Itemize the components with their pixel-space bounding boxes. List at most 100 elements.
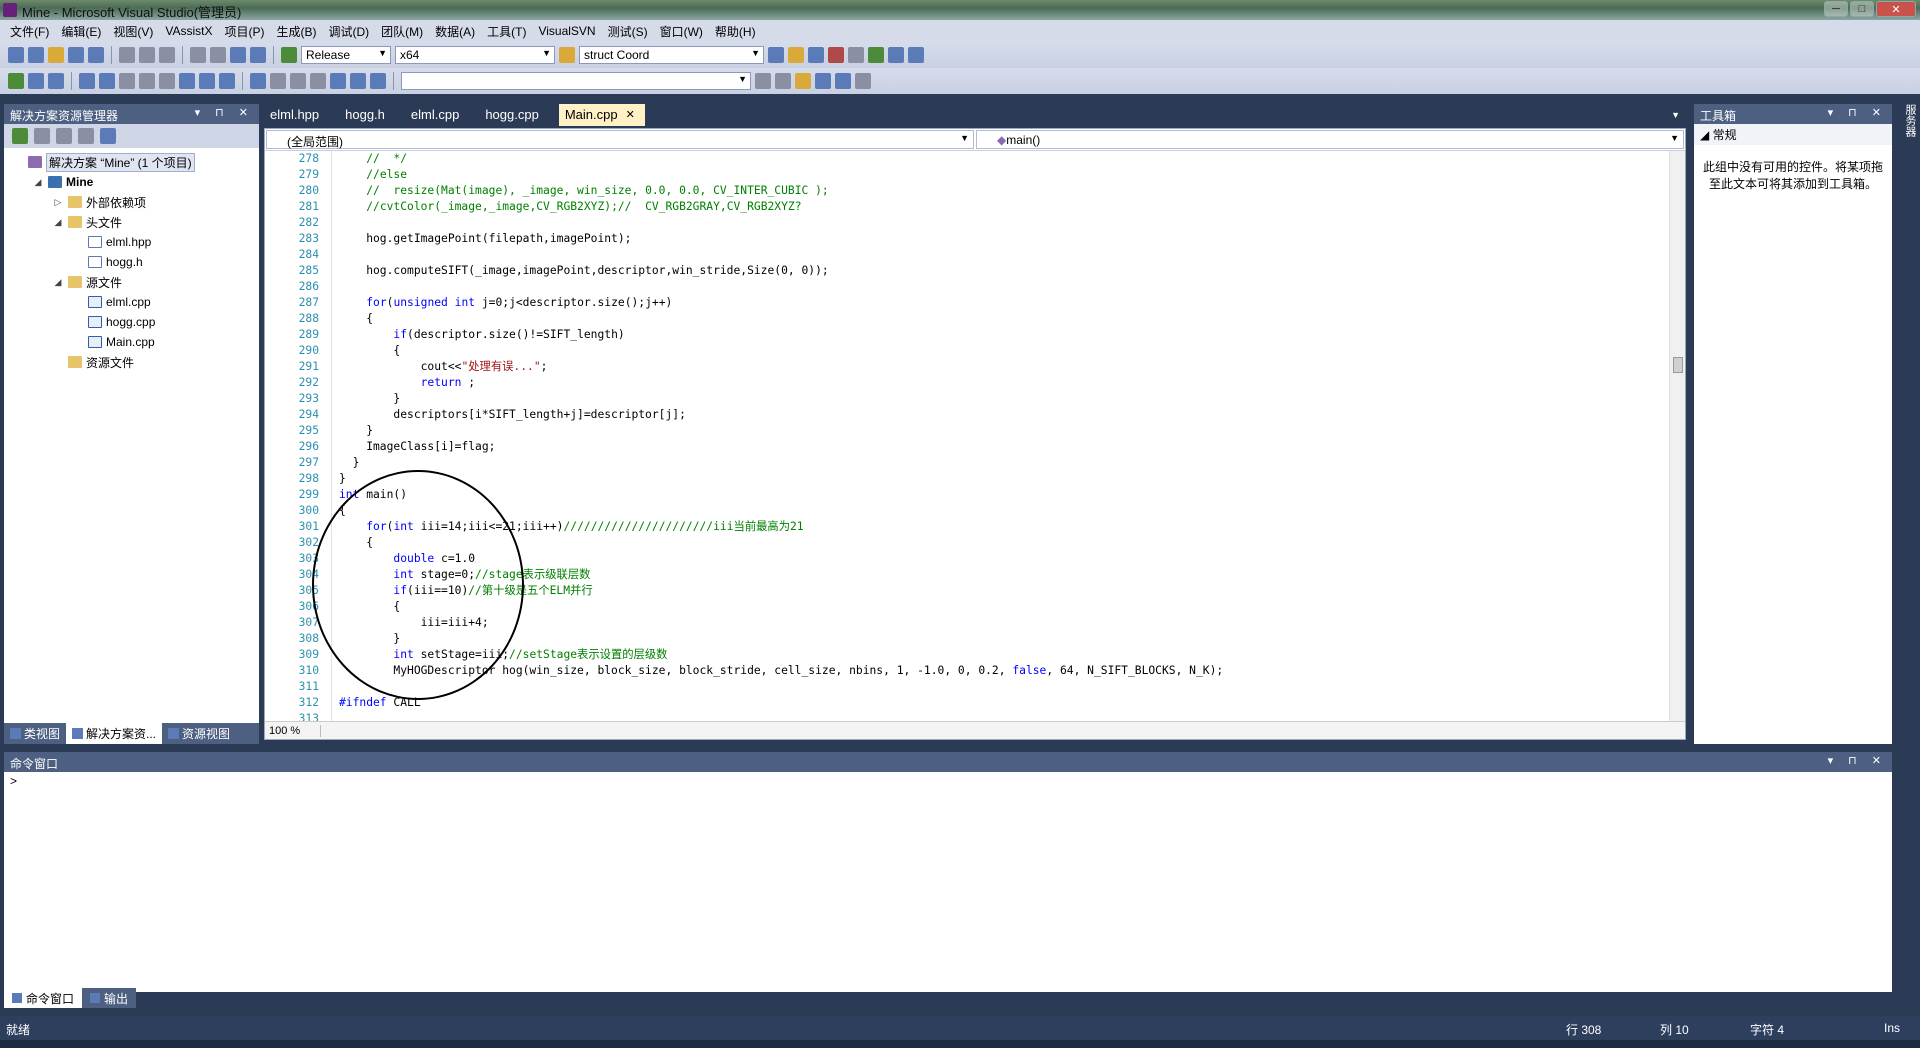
- command-window-icon[interactable]: [908, 47, 924, 63]
- code-line[interactable]: 293 }: [265, 391, 1671, 407]
- code-text[interactable]: {: [339, 311, 373, 327]
- tree-node[interactable]: ◢ Mine: [4, 172, 259, 192]
- menu-item[interactable]: 团队(M): [375, 23, 429, 40]
- complete-word-icon[interactable]: [139, 73, 155, 89]
- object-browser-icon[interactable]: [808, 47, 824, 63]
- panel-controls[interactable]: ▾ ⊓ ✕: [1828, 106, 1887, 119]
- close-icon[interactable]: ✕: [626, 108, 635, 121]
- solution-configuration-combo[interactable]: Release ▼: [301, 46, 391, 64]
- code-line[interactable]: 283 hog.getImagePoint(filepath,imagePoin…: [265, 231, 1671, 247]
- tree-node[interactable]: ▷ 外部依赖项: [4, 192, 259, 212]
- document-tab[interactable]: elml.cpp: [405, 104, 469, 126]
- step-out-icon[interactable]: [370, 73, 386, 89]
- panel-controls[interactable]: ▾ ⊓ ✕: [195, 106, 254, 119]
- tree-node[interactable]: hogg.h: [4, 252, 259, 272]
- code-line[interactable]: 292 return ;: [265, 375, 1671, 391]
- navigate-forward-icon[interactable]: [250, 47, 266, 63]
- view-class-diagram-icon[interactable]: [78, 128, 94, 144]
- comment-lines-icon[interactable]: [199, 73, 215, 89]
- expander-icon[interactable]: ◢: [52, 277, 64, 288]
- code-line[interactable]: 298}: [265, 471, 1671, 487]
- code-text[interactable]: // resize(Mat(image), _image, win_size, …: [339, 183, 829, 199]
- properties-icon[interactable]: [12, 128, 28, 144]
- panel-tab[interactable]: 命令窗口: [4, 988, 83, 1008]
- vertical-scrollbar[interactable]: [1669, 151, 1685, 723]
- code-text[interactable]: }: [339, 423, 373, 439]
- code-line[interactable]: 282: [265, 215, 1671, 231]
- scope-combo[interactable]: (全局范围) ▼: [266, 130, 974, 149]
- expander-icon[interactable]: ◢: [52, 217, 64, 228]
- code-line[interactable]: 296 ImageClass[i]=flag;: [265, 439, 1671, 455]
- panel-controls[interactable]: ▾ ⊓ ✕: [1828, 754, 1887, 767]
- add-item-icon[interactable]: [28, 47, 44, 63]
- vassistx-find-references-icon[interactable]: [815, 73, 831, 89]
- menu-item[interactable]: VisualSVN: [532, 24, 601, 38]
- previous-bookmark-icon[interactable]: [270, 73, 286, 89]
- next-bookmark-icon[interactable]: [290, 73, 306, 89]
- view-code-icon[interactable]: [100, 128, 116, 144]
- code-text[interactable]: // */: [339, 151, 407, 167]
- step-over-icon[interactable]: [350, 73, 366, 89]
- undo-icon[interactable]: [190, 47, 206, 63]
- panel-tab[interactable]: 输出: [82, 988, 136, 1008]
- code-line[interactable]: 295 }: [265, 423, 1671, 439]
- tree-node[interactable]: elml.cpp: [4, 292, 259, 312]
- scrollbar-thumb[interactable]: [1673, 357, 1683, 373]
- menu-item[interactable]: 工具(T): [481, 23, 532, 40]
- panel-tab[interactable]: 资源视图: [162, 723, 236, 744]
- code-line[interactable]: 291 cout<<"处理有误...";: [265, 359, 1671, 375]
- expander-icon[interactable]: ◢: [32, 177, 44, 188]
- code-text[interactable]: }: [339, 455, 360, 471]
- menu-item[interactable]: 视图(V): [107, 23, 159, 40]
- menu-item[interactable]: 窗口(W): [654, 23, 709, 40]
- tree-node[interactable]: Main.cpp: [4, 332, 259, 352]
- code-text[interactable]: if(descriptor.size()!=SIFT_length): [339, 327, 624, 343]
- toggle-bookmark-icon[interactable]: [250, 73, 266, 89]
- vassistx-list-methods-icon[interactable]: [835, 73, 851, 89]
- tree-node[interactable]: 解决方案 “Mine” (1 个项目): [4, 152, 259, 172]
- solution-platform-combo[interactable]: x64 ▼: [395, 46, 555, 64]
- code-text[interactable]: cout<<"处理有误...";: [339, 359, 548, 375]
- minimize-button[interactable]: ─: [1824, 1, 1848, 17]
- uncomment-lines-icon[interactable]: [219, 73, 235, 89]
- parameter-info-icon[interactable]: [99, 73, 115, 89]
- menu-item[interactable]: 编辑(E): [55, 23, 107, 40]
- list-members-icon[interactable]: [79, 73, 95, 89]
- vassistx-open-file-icon[interactable]: [795, 73, 811, 89]
- code-text[interactable]: hog.getImagePoint(filepath,imagePoint);: [339, 231, 631, 247]
- tree-node[interactable]: hogg.cpp: [4, 312, 259, 332]
- tree-node[interactable]: ◢ 源文件: [4, 272, 259, 292]
- redo-icon[interactable]: [210, 47, 226, 63]
- tab-list-dropdown-icon[interactable]: ▼: [1671, 110, 1680, 120]
- vassistx-find-combo[interactable]: ▼: [401, 72, 751, 90]
- code-line[interactable]: 285 hog.computeSIFT(_image,imagePoint,de…: [265, 263, 1671, 279]
- find-in-files-icon[interactable]: [559, 47, 575, 63]
- rebuild-icon[interactable]: [48, 73, 64, 89]
- code-line[interactable]: 281 //cvtColor(_image,_image,CV_RGB2XYZ)…: [265, 199, 1671, 215]
- find-combo[interactable]: struct Coord ▼: [579, 46, 764, 64]
- new-project-icon[interactable]: [8, 47, 24, 63]
- code-text[interactable]: descriptors[i*SIFT_length+j]=descriptor[…: [339, 407, 685, 423]
- menu-item[interactable]: 帮助(H): [709, 23, 762, 40]
- open-file-icon[interactable]: [48, 47, 64, 63]
- code-text[interactable]: }: [339, 471, 346, 487]
- code-text[interactable]: ImageClass[i]=flag;: [339, 439, 495, 455]
- code-text[interactable]: hog.computeSIFT(_image,imagePoint,descri…: [339, 263, 829, 279]
- menu-item[interactable]: 项目(P): [218, 23, 270, 40]
- continue-icon[interactable]: [8, 73, 24, 89]
- properties-icon[interactable]: [788, 47, 804, 63]
- solution-explorer-icon[interactable]: [768, 47, 784, 63]
- code-text[interactable]: }: [339, 391, 400, 407]
- vassistx-goto-icon[interactable]: [755, 73, 771, 89]
- quick-info-icon[interactable]: [119, 73, 135, 89]
- tree-node[interactable]: ◢ 头文件: [4, 212, 259, 232]
- menu-item[interactable]: 调试(D): [322, 23, 375, 40]
- code-line[interactable]: 294 descriptors[i*SIFT_length+j]=descrip…: [265, 407, 1671, 423]
- document-tab[interactable]: hogg.cpp: [479, 104, 549, 126]
- code-line[interactable]: 284: [265, 247, 1671, 263]
- server-explorer-tab[interactable]: 服务器: [1898, 104, 1918, 164]
- copy-icon[interactable]: [139, 47, 155, 63]
- menu-item[interactable]: 测试(S): [602, 23, 654, 40]
- tools-icon[interactable]: [848, 47, 864, 63]
- menu-item[interactable]: 数据(A): [429, 23, 481, 40]
